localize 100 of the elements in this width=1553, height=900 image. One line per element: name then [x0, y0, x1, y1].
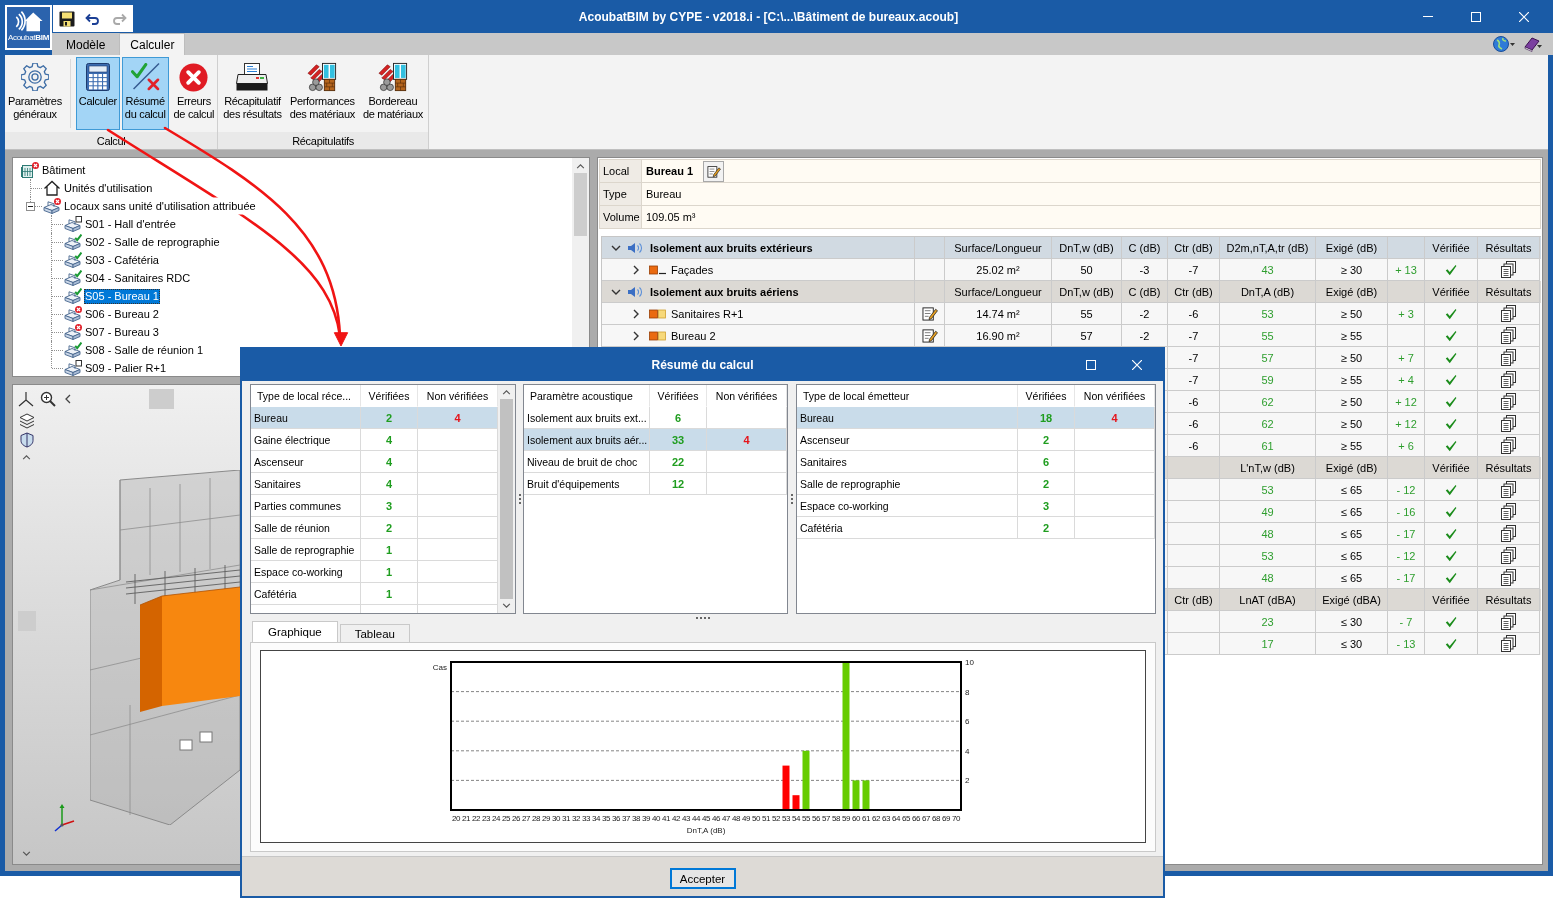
summary-button[interactable]: Résumé du calcul: [121, 57, 169, 130]
axes-icon[interactable]: [18, 391, 34, 407]
chevron-right-icon[interactable]: [633, 330, 639, 341]
zoom-icon[interactable]: [40, 391, 56, 407]
errors-button[interactable]: Erreurs de calcul: [170, 57, 218, 130]
tree-item[interactable]: S07 - Bureau 3: [84, 324, 160, 340]
tab[interactable]: Graphique: [252, 621, 338, 642]
list-row[interactable]: Salle de réunion 2: [251, 517, 498, 539]
edit-icon[interactable]: [921, 306, 938, 321]
maximize-icon[interactable]: [1471, 11, 1481, 22]
list-row[interactable]: Sanitaires 4: [251, 473, 498, 495]
column-header[interactable]: Vérifiées: [368, 389, 410, 402]
settings-button[interactable]: Paramètres généraux: [5, 57, 65, 130]
document-stack-icon[interactable]: [1501, 349, 1516, 366]
document-stack-icon[interactable]: [1501, 371, 1516, 388]
document-stack-icon[interactable]: [1501, 415, 1516, 432]
tree-item[interactable]: S03 - Cafétéria: [84, 252, 160, 268]
chevron-down-icon[interactable]: [611, 244, 621, 251]
list-row[interactable]: Espace co-working 3: [797, 495, 1155, 517]
tree-item[interactable]: S02 - Salle de reprographie: [84, 234, 221, 250]
tree-item[interactable]: S08 - Salle de réunion 1: [84, 342, 205, 358]
chevron-up-icon[interactable]: [502, 390, 511, 395]
list-row[interactable]: Bureau 2 4: [251, 407, 498, 429]
document-stack-icon[interactable]: [1501, 569, 1516, 586]
document-stack-icon[interactable]: [1501, 393, 1516, 410]
ribbon-tab[interactable]: Modèle: [55, 33, 117, 55]
list-row[interactable]: Bruit d'équipements 12: [524, 473, 787, 495]
scrollbar-thumb[interactable]: [149, 389, 174, 409]
column-header[interactable]: Type de local réce...: [257, 389, 351, 402]
tree-item[interactable]: S01 - Hall d'entrée: [84, 216, 177, 232]
globe-icon[interactable]: [1493, 36, 1515, 52]
chevron-up-icon[interactable]: [22, 455, 31, 460]
maximize-icon[interactable]: [1086, 360, 1096, 370]
column-header[interactable]: Paramètre acoustique: [530, 389, 633, 402]
document-stack-icon[interactable]: [1501, 613, 1516, 630]
layers-icon[interactable]: [18, 413, 35, 429]
column-header[interactable]: Non vérifiées: [426, 389, 489, 402]
grip-icon[interactable]: [518, 494, 521, 504]
chevron-right-icon[interactable]: [633, 264, 639, 275]
chevron-left-icon[interactable]: [65, 394, 71, 404]
edit-button[interactable]: [703, 160, 725, 182]
tree-item[interactable]: Unités d'utilisation: [63, 180, 154, 196]
column-header[interactable]: Non vérifiées: [715, 389, 778, 402]
list-row[interactable]: Cafétéria 1: [251, 583, 498, 605]
accept-button[interactable]: Accepter: [669, 868, 736, 889]
table-cell: -2: [1139, 307, 1150, 320]
tree-item[interactable]: Locaux sans unité d'utilisation attribuée: [63, 198, 257, 214]
calculate-button[interactable]: Calculer: [75, 57, 120, 130]
scrollbar-thumb[interactable]: [500, 399, 513, 599]
tree-item[interactable]: S06 - Bureau 2: [84, 306, 160, 322]
chevron-down-icon[interactable]: [502, 603, 511, 608]
document-stack-icon[interactable]: [1501, 261, 1516, 278]
list-row[interactable]: Parties communes 3: [251, 495, 498, 517]
report-button[interactable]: Récapitulatif des résultats: [220, 57, 285, 130]
list-row[interactable]: Cafétéria 2: [797, 517, 1155, 539]
document-stack-icon[interactable]: [1501, 305, 1516, 322]
document-stack-icon[interactable]: [1501, 547, 1516, 564]
chevron-down-icon[interactable]: [611, 288, 621, 295]
ribbon-tab[interactable]: Calculer: [119, 33, 186, 55]
column-header[interactable]: Vérifiées: [657, 389, 699, 402]
list-row[interactable]: Ascenseur 2: [797, 429, 1155, 451]
list-row[interactable]: Bureau 18 4: [797, 407, 1155, 429]
chevron-up-icon[interactable]: [576, 164, 585, 169]
table-cell: ≥ 50: [1340, 351, 1363, 364]
scrollbar-thumb[interactable]: [574, 173, 587, 236]
list-row[interactable]: Espace co-working 1: [251, 561, 498, 583]
column-header[interactable]: Type de local émetteur: [803, 389, 910, 402]
list-row[interactable]: Salle de reprographie 2: [797, 473, 1155, 495]
document-stack-icon[interactable]: [1501, 503, 1516, 520]
column-header[interactable]: Vérifiées: [1025, 389, 1067, 402]
scrollbar[interactable]: [498, 385, 515, 613]
tree-item[interactable]: S04 - Sanitaires RDC: [84, 270, 192, 286]
document-stack-icon[interactable]: [1501, 635, 1516, 652]
document-stack-icon[interactable]: [1501, 481, 1516, 498]
shield-icon[interactable]: [18, 432, 35, 448]
close-icon[interactable]: [1132, 360, 1142, 370]
edit-icon[interactable]: [921, 328, 938, 343]
tree-item[interactable]: S09 - Palier R+1: [84, 360, 167, 376]
book-icon[interactable]: [1523, 36, 1543, 52]
list-row[interactable]: Niveau de bruit de choc 22: [524, 451, 787, 473]
document-stack-icon[interactable]: [1501, 327, 1516, 344]
collapse-toggle[interactable]: [26, 202, 35, 211]
column-header[interactable]: Non vérifiées: [1083, 389, 1146, 402]
chevron-right-icon[interactable]: [633, 308, 639, 319]
close-icon[interactable]: [1519, 11, 1529, 22]
save-icon[interactable]: [59, 10, 75, 27]
list-row[interactable]: Sanitaires 6: [797, 451, 1155, 473]
list-row[interactable]: Salle de reprographie 1: [251, 539, 498, 561]
tree-item[interactable]: S05 - Bureau 1: [84, 288, 160, 304]
materials-button[interactable]: Performances des matériaux: [286, 57, 358, 130]
list-row[interactable]: Isolement aux bruits aér... 33 4: [524, 429, 787, 451]
undo-icon[interactable]: [85, 12, 101, 25]
materials-button[interactable]: Bordereau de matériaux: [359, 57, 426, 130]
document-stack-icon[interactable]: [1501, 525, 1516, 542]
tree-item[interactable]: Bâtiment: [41, 162, 87, 178]
list-row[interactable]: Gaine électrique 4: [251, 429, 498, 451]
grip-icon[interactable]: [696, 616, 710, 619]
tab[interactable]: Tableau: [339, 624, 410, 642]
document-stack-icon[interactable]: [1501, 437, 1516, 454]
list-row[interactable]: Ascenseur 4: [251, 451, 498, 473]
